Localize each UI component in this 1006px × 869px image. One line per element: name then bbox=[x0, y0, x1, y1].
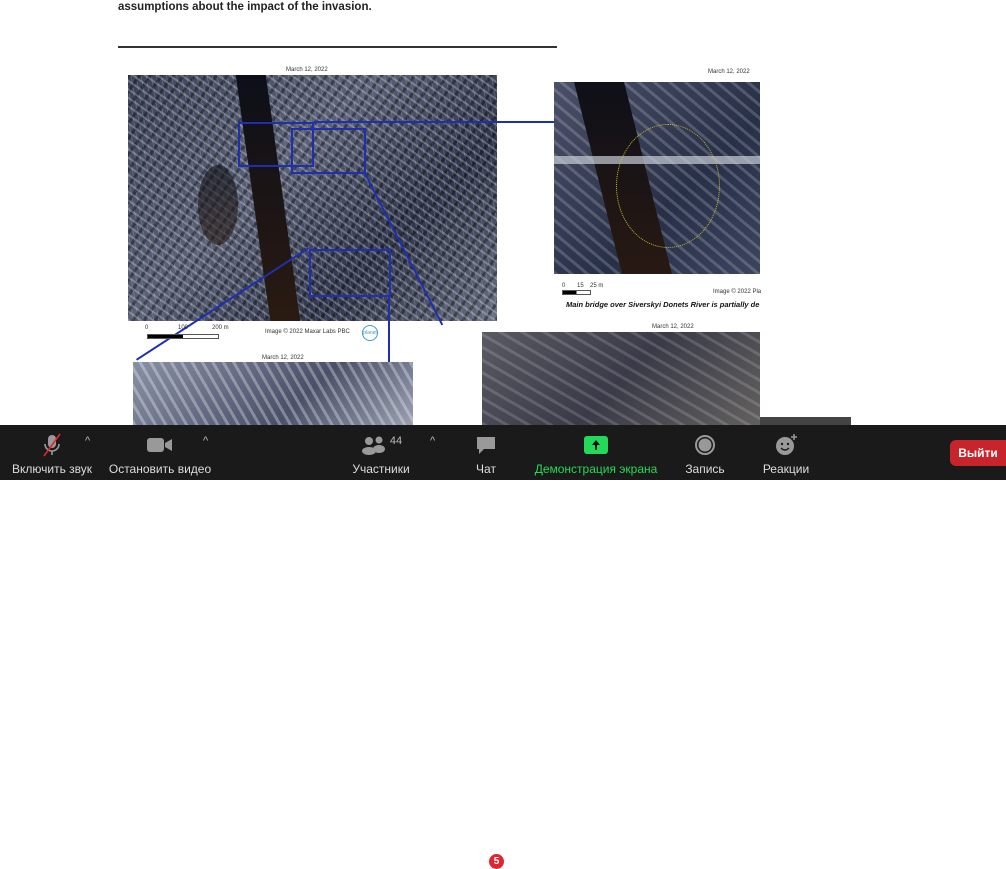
video-camera-icon bbox=[146, 430, 174, 460]
right-image-date: March 12, 2022 bbox=[708, 69, 750, 75]
main-image-credit: Image © 2022 Maxar Labs PBC bbox=[265, 329, 350, 335]
scale-bar bbox=[562, 290, 591, 295]
scale-label: 200 m bbox=[212, 325, 229, 331]
bottom-right-image-date: March 12, 2022 bbox=[652, 324, 694, 330]
audio-options-caret[interactable]: ^ bbox=[85, 435, 90, 447]
chat-unread-badge: 5 bbox=[489, 854, 504, 869]
scale-label: 0 bbox=[562, 283, 566, 289]
record-icon bbox=[694, 430, 716, 460]
right-image-caption: Main bridge over Siverskyi Donets River … bbox=[566, 300, 760, 309]
connector-line bbox=[314, 121, 554, 123]
share-screen-button[interactable]: Демонстрация экрана bbox=[530, 425, 662, 480]
participants-count: 44 bbox=[389, 435, 403, 447]
participants-button[interactable]: 44 Участники bbox=[348, 425, 414, 480]
bottom-right-satellite-image bbox=[482, 332, 760, 425]
participants-options-caret[interactable]: ^ bbox=[430, 435, 435, 447]
main-image-date: March 12, 2022 bbox=[286, 67, 328, 73]
highlight-box bbox=[291, 128, 366, 174]
scale-label: 100 bbox=[178, 325, 189, 331]
shared-screen-document: assumptions about the impact of the inva… bbox=[0, 0, 1006, 425]
intro-text: assumptions about the impact of the inva… bbox=[118, 1, 372, 13]
planet-logo: planet bbox=[362, 325, 378, 341]
image-strip bbox=[760, 417, 851, 425]
bottom-left-image-date: March 12, 2022 bbox=[262, 355, 304, 361]
divider bbox=[118, 46, 557, 48]
unmute-button[interactable]: Включить звук bbox=[8, 425, 96, 480]
share-screen-arrow-icon bbox=[584, 430, 608, 460]
stop-video-button[interactable]: Остановить видео bbox=[106, 425, 214, 480]
record-button[interactable]: Запись bbox=[680, 425, 730, 480]
participants-icon: 44 bbox=[360, 430, 402, 460]
highlight-box bbox=[309, 249, 391, 297]
muted-microphone-icon bbox=[39, 430, 65, 460]
chat-button[interactable]: Чат bbox=[468, 425, 504, 480]
right-image-credit: Image © 2022 Pla bbox=[713, 289, 762, 295]
scale-bar bbox=[147, 334, 219, 339]
right-satellite-image bbox=[554, 82, 760, 274]
smiley-plus-icon bbox=[774, 430, 798, 460]
bottom-left-satellite-image bbox=[133, 362, 413, 425]
scale-label: 0 bbox=[145, 325, 149, 331]
chat-bubble-icon bbox=[474, 430, 498, 460]
meeting-toolbar: Включить звук ^ Остановить видео ^ 44 Уч… bbox=[0, 425, 1006, 869]
scale-label: 25 m bbox=[590, 283, 604, 289]
connector-line bbox=[388, 297, 390, 362]
leave-button[interactable]: Выйти bbox=[950, 440, 1006, 466]
reactions-button[interactable]: Реакции bbox=[756, 425, 816, 480]
video-options-caret[interactable]: ^ bbox=[203, 435, 208, 447]
scale-label: 15 bbox=[577, 283, 584, 289]
